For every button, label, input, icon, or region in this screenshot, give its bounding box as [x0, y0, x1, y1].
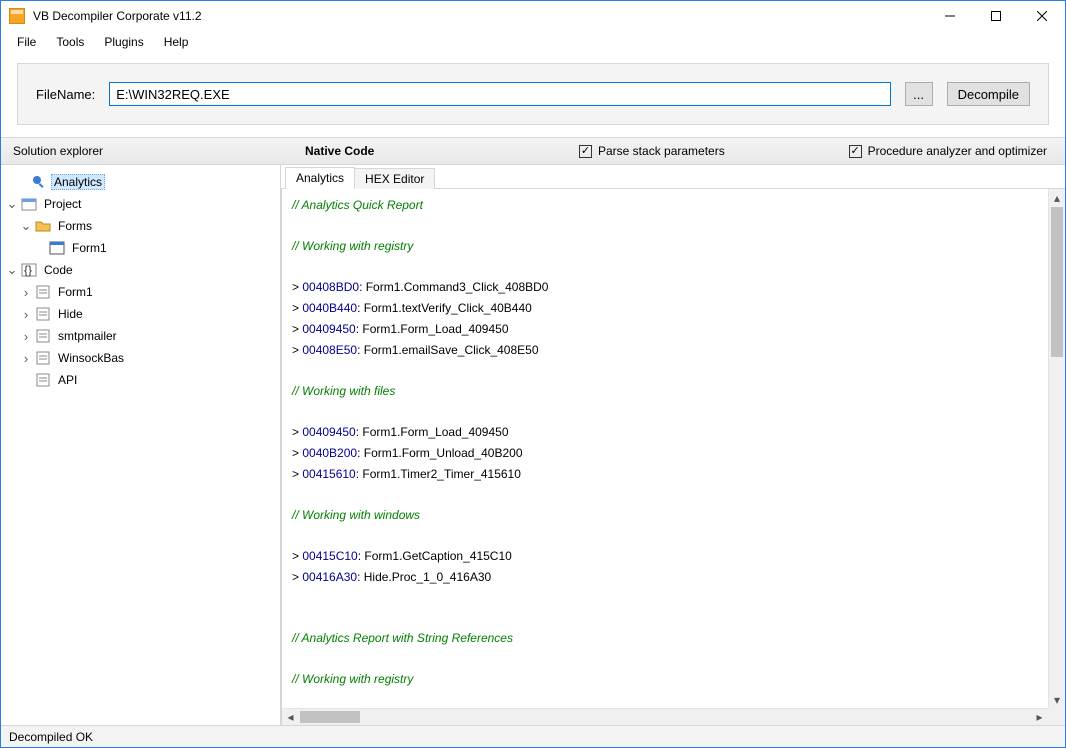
tree-analytics[interactable]: Analytics [5, 171, 276, 193]
expand-icon[interactable]: › [19, 285, 33, 300]
maximize-button[interactable] [973, 1, 1019, 31]
svg-text:{}: {} [24, 263, 32, 277]
close-button[interactable] [1019, 1, 1065, 31]
status-text: Decompiled OK [9, 730, 93, 744]
scroll-corner [1048, 708, 1065, 725]
proc-analyzer-label: Procedure analyzer and optimizer [868, 144, 1047, 158]
check-icon: ✓ [579, 145, 592, 158]
tab-analytics[interactable]: Analytics [285, 167, 355, 189]
expand-icon[interactable]: › [19, 307, 33, 322]
tree-api[interactable]: API [5, 369, 276, 391]
parse-stack-checkbox[interactable]: ✓ Parse stack parameters [579, 144, 725, 158]
header-row: Solution explorer Native Code ✓ Parse st… [1, 137, 1065, 165]
file-panel: FileName: ... Decompile [17, 63, 1049, 125]
tree-code-form1[interactable]: › Form1 [5, 281, 276, 303]
tree-project[interactable]: ⌄ Project [5, 193, 276, 215]
module-icon [35, 372, 51, 388]
tree-form1[interactable]: Form1 [5, 237, 276, 259]
menu-plugins[interactable]: Plugins [94, 32, 153, 52]
code-type-label: Native Code [305, 144, 555, 158]
tree-forms[interactable]: ⌄ Forms [5, 215, 276, 237]
collapse-icon[interactable]: ⌄ [5, 196, 19, 212]
status-bar: Decompiled OK [1, 725, 1065, 747]
module-icon [35, 306, 51, 322]
parse-stack-label: Parse stack parameters [598, 144, 725, 158]
window-title: VB Decompiler Corporate v11.2 [33, 9, 202, 23]
menu-file[interactable]: File [7, 32, 46, 52]
minimize-button[interactable] [927, 1, 973, 31]
browse-button[interactable]: ... [905, 82, 933, 106]
filename-input[interactable] [109, 82, 890, 106]
decompile-button[interactable]: Decompile [947, 82, 1030, 106]
code-tabs: Analytics HEX Editor [281, 165, 1065, 189]
tree-winsock[interactable]: › WinsockBas [5, 347, 276, 369]
filename-label: FileName: [36, 87, 95, 102]
collapse-icon[interactable]: ⌄ [5, 262, 19, 278]
module-icon [35, 328, 51, 344]
scroll-right-icon[interactable]: ▸ [1031, 709, 1048, 725]
app-icon [9, 8, 25, 24]
solution-explorer-label: Solution explorer [13, 144, 281, 158]
project-icon [21, 196, 37, 212]
form-icon [49, 240, 65, 256]
solution-explorer-tree[interactable]: Analytics ⌄ Project ⌄ Forms Form1 ⌄ {} C… [1, 165, 281, 725]
horizontal-scrollbar[interactable]: ◂ ▸ [282, 708, 1048, 725]
scrollbar-thumb[interactable] [1051, 207, 1063, 357]
proc-analyzer-checkbox[interactable]: ✓ Procedure analyzer and optimizer [849, 144, 1047, 158]
check-icon: ✓ [849, 145, 862, 158]
scrollbar-thumb[interactable] [300, 711, 360, 723]
scroll-up-icon[interactable]: ▴ [1049, 189, 1065, 206]
expand-icon[interactable]: › [19, 329, 33, 344]
menu-tools[interactable]: Tools [46, 32, 94, 52]
scroll-down-icon[interactable]: ▾ [1049, 691, 1065, 708]
menu-help[interactable]: Help [154, 32, 199, 52]
analytics-icon [31, 174, 47, 190]
scroll-left-icon[interactable]: ◂ [282, 709, 299, 725]
collapse-icon[interactable]: ⌄ [19, 218, 33, 234]
vertical-scrollbar[interactable]: ▴ ▾ [1048, 189, 1065, 708]
expand-icon[interactable]: › [19, 351, 33, 366]
tree-code[interactable]: ⌄ {} Code [5, 259, 276, 281]
title-bar: VB Decompiler Corporate v11.2 [1, 1, 1065, 31]
tree-hide[interactable]: › Hide [5, 303, 276, 325]
tree-smtp[interactable]: › smtpmailer [5, 325, 276, 347]
module-icon [35, 350, 51, 366]
module-icon [35, 284, 51, 300]
code-viewer[interactable]: // Analytics Quick Report // Working wit… [282, 189, 1048, 708]
folder-icon [35, 218, 51, 234]
code-icon: {} [21, 262, 37, 278]
menu-bar: File Tools Plugins Help [1, 31, 1065, 53]
tab-hex-editor[interactable]: HEX Editor [354, 168, 435, 189]
